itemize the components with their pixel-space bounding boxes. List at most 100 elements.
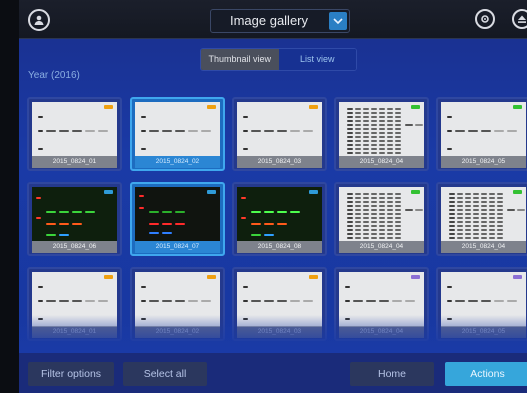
gel-band: [241, 197, 246, 199]
gel-band: [175, 130, 185, 132]
gel-band: [449, 237, 455, 239]
tab-list-view[interactable]: List view: [278, 49, 356, 70]
gel-band: [481, 193, 487, 195]
gel-band: [387, 229, 393, 231]
gel-band: [355, 229, 361, 231]
gel-band: [387, 144, 393, 146]
gel-band: [363, 128, 369, 130]
gel-band: [481, 213, 487, 215]
gel-band: [201, 300, 211, 302]
gel-band: [395, 116, 401, 118]
gel-band: [347, 213, 353, 215]
gel-band: [162, 300, 172, 302]
gear-icon[interactable]: [475, 9, 495, 29]
gel-band: [481, 205, 487, 207]
gel-band: [395, 225, 401, 227]
gel-band: [473, 225, 479, 227]
gel-band: [387, 237, 393, 239]
gel-band: [347, 140, 353, 142]
gel-band: [38, 286, 43, 288]
gel-band: [395, 128, 401, 130]
gel-band: [347, 193, 353, 195]
gel-band: [264, 300, 274, 302]
gel-band: [447, 286, 452, 288]
gel-band: [395, 112, 401, 114]
gel-band: [264, 211, 274, 213]
gel-band: [162, 211, 172, 213]
gel-band: [371, 201, 377, 203]
gel-band: [489, 201, 495, 203]
gel-band: [489, 209, 495, 211]
eject-icon[interactable]: [512, 9, 527, 29]
gel-band: [379, 233, 385, 235]
gel-band: [465, 213, 471, 215]
gel-band: [149, 211, 159, 213]
gel-band: [395, 201, 401, 203]
gel-band: [387, 201, 393, 203]
gel-band: [449, 233, 455, 235]
gel-band: [395, 144, 401, 146]
gel-band: [449, 225, 455, 227]
home-button[interactable]: Home: [350, 362, 434, 386]
gel-band: [371, 229, 377, 231]
gel-band: [379, 213, 385, 215]
gel-band: [465, 197, 471, 199]
gel-band: [379, 229, 385, 231]
gel-band: [395, 120, 401, 122]
select-all-button[interactable]: Select all: [123, 362, 207, 386]
gel-band: [149, 232, 159, 234]
gallery-thumbnail[interactable]: 2015_0824_03: [232, 97, 327, 171]
view-toggle: Thumbnail view List view: [200, 48, 357, 71]
gel-band: [465, 237, 471, 239]
gallery-thumbnail[interactable]: 2015_0824_06: [27, 182, 122, 256]
gel-band: [497, 217, 503, 219]
tab-thumbnail-view[interactable]: Thumbnail view: [201, 49, 279, 70]
gallery-thumbnail[interactable]: 2015_0824_05: [436, 97, 527, 171]
gel-band: [188, 300, 198, 302]
gel-band: [395, 205, 401, 207]
gel-band: [139, 195, 144, 197]
gel-band: [347, 124, 353, 126]
gel-band: [347, 128, 353, 130]
gel-band: [290, 130, 300, 132]
chevron-down-icon[interactable]: [329, 12, 347, 30]
gel-band: [355, 193, 361, 195]
gallery-thumbnail[interactable]: 2015_0824_04: [334, 97, 429, 171]
gallery-thumbnail[interactable]: 2015_0824_07: [130, 182, 225, 256]
gel-band: [363, 112, 369, 114]
gallery-thumbnail[interactable]: 2015_0824_04: [334, 182, 429, 256]
gel-band: [243, 148, 248, 150]
gel-image: [32, 102, 117, 157]
user-icon[interactable]: [28, 9, 50, 31]
gel-band: [387, 140, 393, 142]
gel-band: [465, 217, 471, 219]
gel-band: [457, 229, 463, 231]
actions-button[interactable]: Actions: [445, 362, 527, 386]
gel-band: [59, 211, 69, 213]
gel-band: [277, 211, 287, 213]
gel-band: [363, 108, 369, 110]
thumbnail-caption: 2015_0824_06: [32, 241, 117, 253]
gel-band: [85, 130, 95, 132]
thumbnail-grid: 2015_0824_01 2015_0824_02 2015_0824_03 2015…: [27, 97, 527, 347]
gallery-thumbnail[interactable]: 2015_0824_02: [130, 97, 225, 171]
gel-band: [355, 124, 361, 126]
gel-band: [355, 108, 361, 110]
gel-band: [371, 120, 377, 122]
gel-band: [98, 300, 108, 302]
gel-band: [379, 221, 385, 223]
gel-band: [387, 108, 393, 110]
gel-band: [36, 197, 41, 199]
gel-band: [465, 229, 471, 231]
gel-band: [36, 217, 41, 219]
gallery-thumbnail[interactable]: 2015_0824_01: [27, 97, 122, 171]
gel-band: [355, 148, 361, 150]
gel-band: [481, 217, 487, 219]
filter-options-button[interactable]: Filter options: [28, 362, 114, 386]
gel-band: [379, 112, 385, 114]
gallery-thumbnail[interactable]: 2015_0824_08: [232, 182, 327, 256]
gel-band: [507, 300, 517, 302]
gallery-thumbnail[interactable]: 2015_0824_04: [436, 182, 527, 256]
gallery-title-dropdown[interactable]: Image gallery: [210, 9, 350, 33]
gel-band: [395, 193, 401, 195]
